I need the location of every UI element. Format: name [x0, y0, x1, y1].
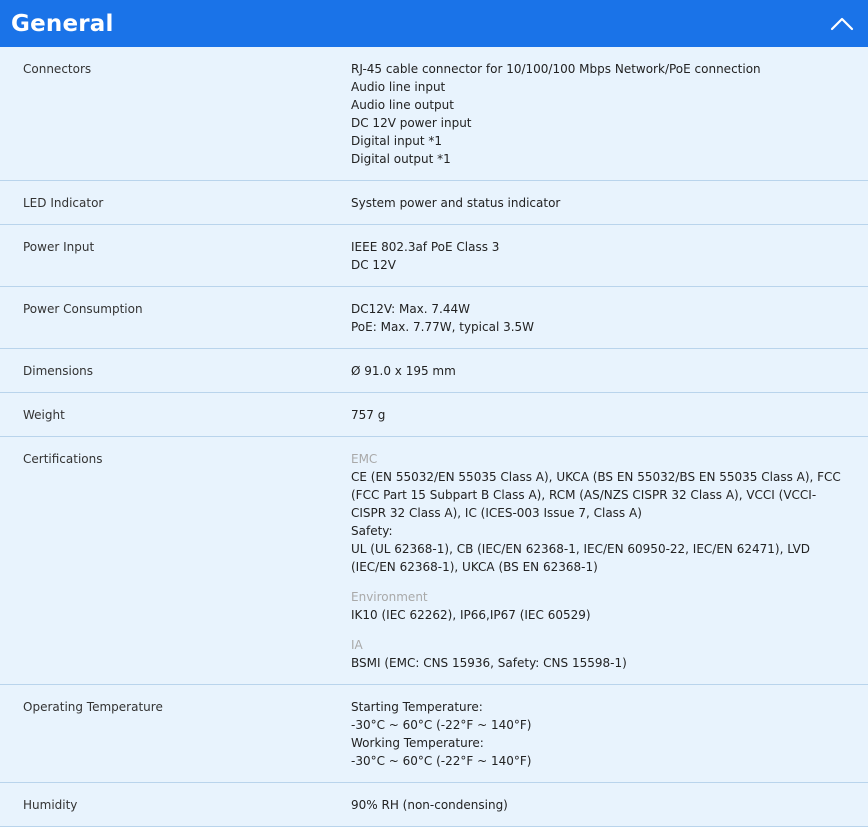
spec-line: IK10 (IEC 62262), IP66,IP67 (IEC 60529) — [351, 608, 591, 622]
spec-line: CE (EN 55032/EN 55035 Class A), UKCA (BS… — [351, 470, 841, 520]
cert-group-heading: IA — [351, 638, 363, 652]
spec-label: Connectors — [23, 62, 92, 76]
spec-line: -30°C ~ 60°C (-22°F ~ 140°F) — [351, 718, 532, 732]
spec-value: Starting Temperature: -30°C ~ 60°C (-22°… — [351, 698, 868, 770]
spec-line: DC12V: Max. 7.44W — [351, 302, 470, 316]
spec-row-power-input: Power Input IEEE 802.3af PoE Class 3 DC … — [0, 225, 868, 287]
spec-line: -30°C ~ 60°C (-22°F ~ 140°F) — [351, 754, 532, 768]
spec-label: LED Indicator — [23, 196, 104, 210]
cert-group-heading: EMC — [351, 452, 378, 466]
spec-line: PoE: Max. 7.77W, typical 3.5W — [351, 320, 535, 334]
cert-group-environment: Environment IK10 (IEC 62262), IP66,IP67 … — [351, 588, 844, 624]
spec-line: Digital output *1 — [351, 152, 451, 166]
spec-line: 90% RH (non-condensing) — [351, 798, 508, 812]
spec-value: 757 g — [351, 406, 868, 424]
spec-line: Safety: — [351, 524, 393, 538]
spec-line: Audio line output — [351, 98, 454, 112]
spec-label: Humidity — [23, 798, 78, 812]
spec-line: Ø 91.0 x 195 mm — [351, 364, 456, 378]
spec-line: Digital input *1 — [351, 134, 443, 148]
spec-row-connectors: Connectors RJ-45 cable connector for 10/… — [0, 47, 868, 181]
spec-table: Connectors RJ-45 cable connector for 10/… — [0, 47, 868, 827]
spec-value: EMC CE (EN 55032/EN 55035 Class A), UKCA… — [351, 450, 868, 672]
spec-value: 90% RH (non-condensing) — [351, 796, 868, 814]
spec-label: Certifications — [23, 452, 103, 466]
spec-row-power-consumption: Power Consumption DC12V: Max. 7.44W PoE:… — [0, 287, 868, 349]
spec-row-dimensions: Dimensions Ø 91.0 x 195 mm — [0, 349, 868, 393]
spec-row-humidity: Humidity 90% RH (non-condensing) — [0, 783, 868, 827]
spec-line: DC 12V — [351, 258, 396, 272]
cert-group-emc: EMC CE (EN 55032/EN 55035 Class A), UKCA… — [351, 450, 844, 576]
spec-line: 757 g — [351, 408, 386, 422]
spec-row-certifications: Certifications EMC CE (EN 55032/EN 55035… — [0, 437, 868, 685]
spec-line: IEEE 802.3af PoE Class 3 — [351, 240, 500, 254]
spec-line: DC 12V power input — [351, 116, 472, 130]
spec-line: Starting Temperature: — [351, 700, 483, 714]
spec-label: Operating Temperature — [23, 700, 163, 714]
cert-group-heading: Environment — [351, 590, 428, 604]
spec-label: Dimensions — [23, 364, 94, 378]
section-title: General — [11, 10, 114, 37]
spec-row-operating-temperature: Operating Temperature Starting Temperatu… — [0, 685, 868, 783]
spec-value: System power and status indicator — [351, 194, 868, 212]
spec-value: DC12V: Max. 7.44W PoE: Max. 7.77W, typic… — [351, 300, 868, 336]
spec-label: Weight — [23, 408, 65, 422]
spec-label: Power Consumption — [23, 302, 143, 316]
spec-value: RJ-45 cable connector for 10/100/100 Mbp… — [351, 60, 868, 168]
spec-row-led-indicator: LED Indicator System power and status in… — [0, 181, 868, 225]
spec-line: RJ-45 cable connector for 10/100/100 Mbp… — [351, 62, 761, 76]
spec-line: UL (UL 62368-1), CB (IEC/EN 62368-1, IEC… — [351, 542, 811, 574]
spec-line: Working Temperature: — [351, 736, 484, 750]
section-header-general[interactable]: General — [0, 0, 868, 47]
spec-value: IEEE 802.3af PoE Class 3 DC 12V — [351, 238, 868, 274]
chevron-up-icon[interactable] — [828, 14, 856, 34]
cert-group-ia: IA BSMI (EMC: CNS 15936, Safety: CNS 155… — [351, 636, 844, 672]
spec-line: BSMI (EMC: CNS 15936, Safety: CNS 15598-… — [351, 656, 627, 670]
spec-value: Ø 91.0 x 195 mm — [351, 362, 868, 380]
spec-line: System power and status indicator — [351, 196, 561, 210]
spec-line: Audio line input — [351, 80, 446, 94]
spec-row-weight: Weight 757 g — [0, 393, 868, 437]
spec-label: Power Input — [23, 240, 95, 254]
